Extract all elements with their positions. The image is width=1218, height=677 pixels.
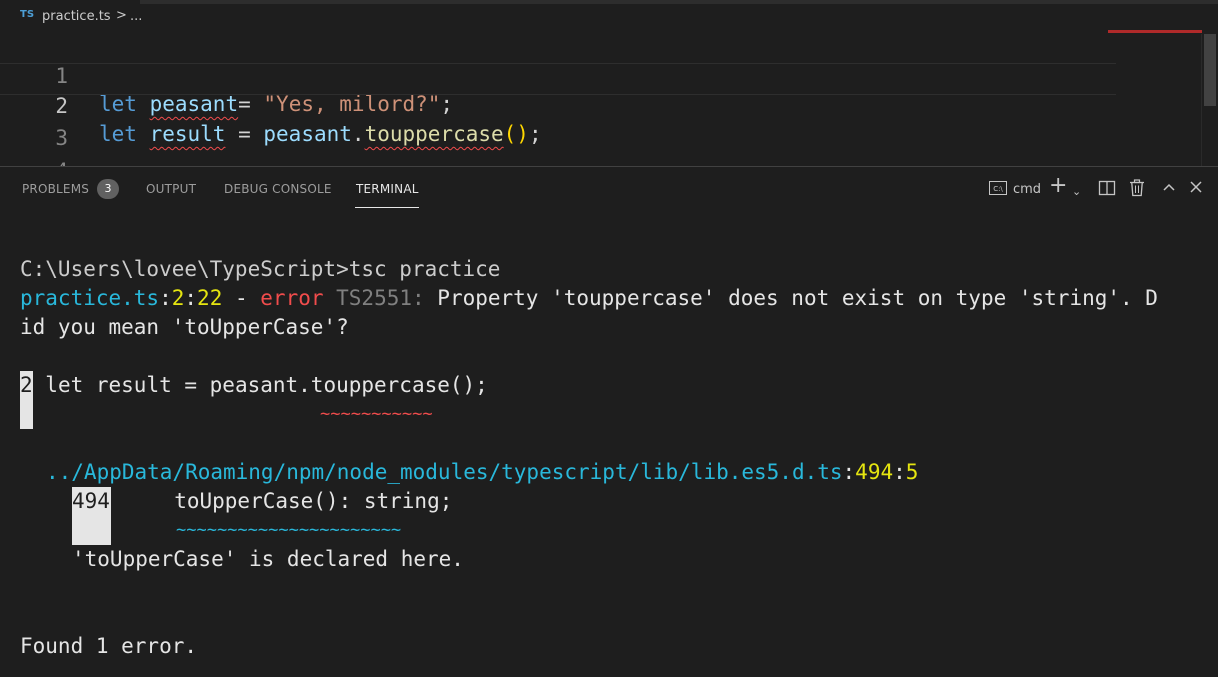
lib-code: toUpperCase(): string; <box>111 489 453 513</box>
code-line-1[interactable]: 1 let peasant= "Yes, milord?"; <box>0 34 1116 116</box>
terminal-shell-icon[interactable]: C:\ <box>989 181 1007 195</box>
error-file[interactable]: practice.ts <box>20 286 159 310</box>
colon: : <box>184 286 198 310</box>
maximize-panel-chevron-up-icon[interactable] <box>1161 179 1177 200</box>
lib-column-number: 5 <box>905 460 919 484</box>
snippet-code: let result = peasant.touppercase(); <box>32 373 488 397</box>
code-line-4[interactable]: 4 <box>0 129 1116 183</box>
terminal-declared-line: 'toUpperCase' is declared here. <box>72 547 464 571</box>
trash-icon[interactable] <box>1129 179 1145 202</box>
error-label: error <box>260 286 324 310</box>
chevron-down-icon[interactable]: ⌄ <box>1072 182 1081 202</box>
terminal-summary-line: Found 1 error. <box>20 634 198 658</box>
breadcrumb-separator: > <box>116 8 127 23</box>
breadcrumb-file[interactable]: practice.ts <box>42 9 111 24</box>
breadcrumb-more[interactable]: ... <box>130 9 142 24</box>
lib-line-number: 494 <box>855 460 894 484</box>
lib-squiggle: ~~~~~~~~~~~~~~~~~~~~~~ <box>176 520 402 540</box>
code-line-3[interactable]: 3 <box>0 96 1116 150</box>
dash: - <box>222 286 261 310</box>
split-terminal-icon[interactable] <box>1098 179 1116 202</box>
typescript-file-icon: TS <box>20 9 35 20</box>
close-panel-icon[interactable] <box>1188 179 1204 200</box>
snippet-gutter: 2 <box>20 371 33 429</box>
code-line-2[interactable]: 2 let result = peasant.touppercase(); <box>0 63 1116 146</box>
new-terminal-plus-icon[interactable]: + <box>1049 175 1067 197</box>
lib-gutter: 494 <box>72 487 111 545</box>
snippet-error-squiggle: ~~~~~~~~~~~ <box>320 404 433 424</box>
active-tab-indicator <box>355 207 419 208</box>
problems-count-badge: 3 <box>97 179 119 199</box>
code-editor[interactable]: 1 let peasant= "Yes, milord?"; 2 let res… <box>0 34 1218 183</box>
lib-file-path[interactable]: ../AppData/Roaming/npm/node_modules/type… <box>46 460 843 484</box>
terminal-lib-path-line: ../AppData/Roaming/npm/node_modules/type… <box>46 458 918 487</box>
tab-strip-edge <box>140 0 1218 4</box>
minimap-error-marker <box>1108 30 1202 33</box>
tab-debug-console[interactable]: DEBUG CONSOLE <box>224 182 332 196</box>
colon: : <box>842 460 856 484</box>
terminal-error-line-cont: id you mean 'toUpperCase'? <box>20 315 349 339</box>
colon: : <box>893 460 906 484</box>
terminal-prompt-line: C:\Users\lovee\TypeScript>tsc practice <box>20 257 501 281</box>
terminal-error-line: practice.ts:2:22 - error TS2551: Propert… <box>20 284 1158 313</box>
breadcrumb: TS practice.ts > ... <box>0 0 1218 34</box>
error-code: TS2551: <box>323 286 425 310</box>
colon: : <box>159 286 172 310</box>
bottom-panel: PROBLEMS 3 OUTPUT DEBUG CONSOLE TERMINAL… <box>0 166 1218 677</box>
tab-output[interactable]: OUTPUT <box>146 182 196 196</box>
scrollbar-thumb[interactable] <box>1204 34 1216 106</box>
error-column-number: 22 <box>197 286 223 310</box>
tab-problems[interactable]: PROBLEMS <box>22 182 89 196</box>
error-line-number: 2 <box>171 286 185 310</box>
error-message: Property 'touppercase' does not exist on… <box>424 286 1158 310</box>
terminal-shell-label[interactable]: cmd <box>1013 182 1041 197</box>
tab-terminal[interactable]: TERMINAL <box>356 182 419 196</box>
editor-scrollbar[interactable] <box>1201 34 1218 166</box>
